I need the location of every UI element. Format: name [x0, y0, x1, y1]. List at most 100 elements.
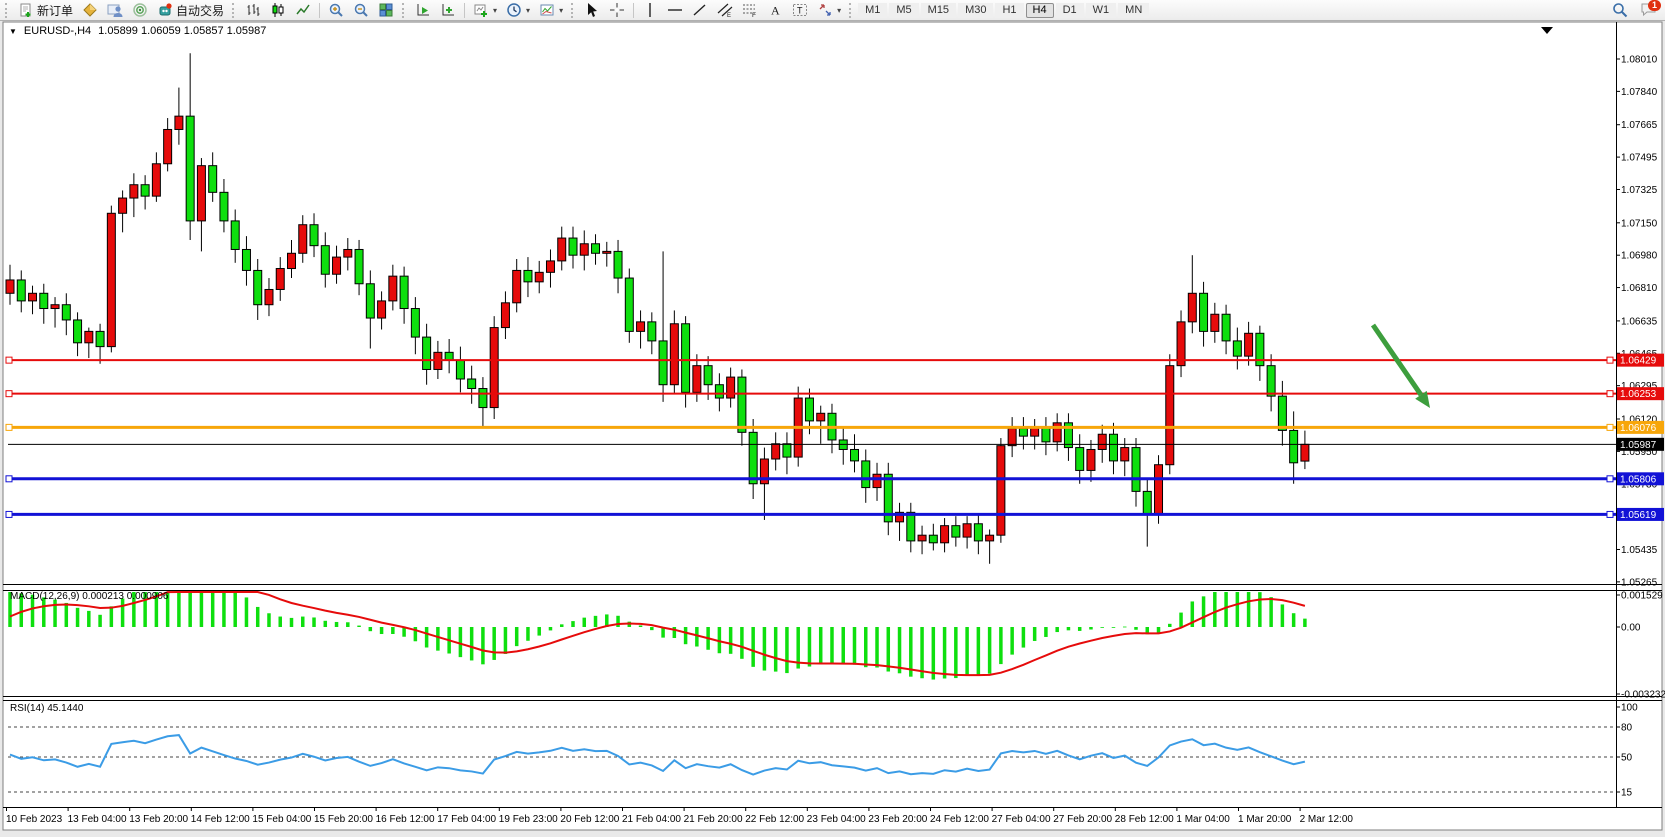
candle-down: [974, 524, 982, 541]
price-tick-label: 1.07495: [1621, 153, 1658, 164]
macd-histogram-bar: [278, 617, 282, 627]
macd-histogram-bar: [988, 627, 992, 674]
notifications-button[interactable]: 1: [1633, 1, 1663, 20]
chart-dropdown-icon[interactable]: ▼: [9, 27, 17, 36]
macd-histogram-bar: [1292, 613, 1296, 627]
hline-anchor[interactable]: [6, 511, 12, 517]
macd-histogram-bar: [616, 616, 620, 627]
arrows-tool-button[interactable]: ▾: [813, 1, 845, 20]
macd-histogram-bar: [977, 627, 981, 675]
macd-histogram-bar: [200, 592, 204, 627]
hline-anchor[interactable]: [1607, 476, 1613, 482]
toolbar-separator: [464, 3, 465, 18]
hline-anchor[interactable]: [1607, 511, 1613, 517]
hline-anchor[interactable]: [1607, 391, 1613, 397]
timeframe-button-MN[interactable]: MN: [1118, 3, 1149, 18]
candle-down: [749, 432, 757, 483]
timeframe-button-H1[interactable]: H1: [995, 3, 1023, 18]
hline-anchor[interactable]: [1607, 424, 1613, 430]
hline-anchor[interactable]: [6, 424, 12, 430]
time-tick-label: 1 Mar 04:00: [1176, 814, 1230, 825]
price-tick-label: 1.06810: [1621, 283, 1658, 294]
timeframe-button-D1[interactable]: D1: [1056, 3, 1084, 18]
macd-histogram-bar: [537, 627, 541, 636]
trendline-tool-button[interactable]: [688, 1, 712, 20]
horizontal-line-tool-button[interactable]: [663, 1, 687, 20]
search-icon: [1612, 2, 1628, 18]
new-order-button[interactable]: 新订单: [14, 1, 77, 20]
candle-up: [1177, 322, 1185, 366]
candle-up: [276, 269, 284, 290]
equidistant-channel-tool-button[interactable]: E: [713, 1, 737, 20]
bar-chart-type-button[interactable]: [241, 1, 265, 20]
macd-histogram-bar: [222, 592, 226, 627]
cursor-button[interactable]: [580, 1, 604, 20]
time-tick-label: 21 Feb 04:00: [622, 814, 681, 825]
chart-canvas[interactable]: 1.080101.078401.076651.074951.073251.071…: [0, 0, 1665, 837]
macd-histogram-bar: [887, 627, 891, 672]
macd-histogram-bar: [1269, 597, 1273, 627]
tile-windows-button[interactable]: [374, 1, 398, 20]
toolbar-grip[interactable]: [571, 3, 576, 18]
toolbar-grip[interactable]: [232, 3, 237, 18]
indicator-add-button[interactable]: [436, 1, 460, 20]
timeframe-button-M1[interactable]: M1: [858, 3, 887, 18]
candle-down: [1233, 341, 1241, 356]
zoom-out-button[interactable]: [349, 1, 373, 20]
candle-down: [355, 249, 363, 283]
candle-up: [6, 280, 14, 293]
timeframe-button-M30[interactable]: M30: [958, 3, 993, 18]
macd-histogram-bar: [1224, 592, 1228, 627]
macd-histogram-bar: [267, 613, 271, 627]
candle-down: [1267, 366, 1275, 396]
macd-histogram-bar: [695, 627, 699, 647]
new-order-label: 新订单: [37, 2, 73, 19]
search-button[interactable]: [1608, 1, 1632, 20]
indicator-window-button[interactable]: [411, 1, 435, 20]
zoom-in-button[interactable]: [324, 1, 348, 20]
line-chart-type-button[interactable]: [291, 1, 315, 20]
hline-anchor[interactable]: [1607, 357, 1613, 363]
market-depth-button[interactable]: [78, 1, 102, 20]
profile-button[interactable]: [103, 1, 127, 20]
hline-anchor[interactable]: [6, 391, 12, 397]
auto-trading-button[interactable]: 自动交易: [153, 1, 228, 20]
macd-histogram-bar: [965, 627, 969, 676]
timeframe-button-M15[interactable]: M15: [921, 3, 956, 18]
time-tick-label: 10 Feb 2023: [6, 814, 63, 825]
macd-histogram-bar: [504, 627, 508, 654]
template-button[interactable]: ▾: [535, 1, 567, 20]
vertical-line-tool-button[interactable]: [638, 1, 662, 20]
candlestick-type-button[interactable]: [266, 1, 290, 20]
fibonacci-tool-button[interactable]: F: [738, 1, 762, 20]
macd-histogram-bar: [639, 625, 643, 627]
hline-anchor[interactable]: [6, 476, 12, 482]
text-icon: A: [767, 2, 783, 18]
macd-histogram-bar: [1112, 627, 1116, 628]
candle-down: [411, 309, 419, 338]
timeframe-button-W1[interactable]: W1: [1086, 3, 1117, 18]
new-chart-button[interactable]: ▾: [469, 1, 501, 20]
toolbar-grip[interactable]: [5, 3, 10, 18]
candle-up: [107, 213, 115, 346]
timeframe-button-H4[interactable]: H4: [1026, 3, 1054, 18]
text-tool-button[interactable]: A: [763, 1, 787, 20]
hline-anchor[interactable]: [6, 357, 12, 363]
crosshair-button[interactable]: [605, 1, 629, 20]
macd-histogram-bar: [177, 592, 181, 627]
chevron-down-icon: ▾: [837, 6, 841, 15]
signals-button[interactable]: [128, 1, 152, 20]
timeframe-button-M5[interactable]: M5: [889, 3, 918, 18]
new-chart-icon: [473, 2, 489, 18]
vertical-line-icon: [642, 2, 658, 18]
toolbar-grip[interactable]: [402, 3, 407, 18]
period-button[interactable]: ▾: [502, 1, 534, 20]
chevron-down-icon: ▾: [493, 6, 497, 15]
label-tool-button[interactable]: T: [788, 1, 812, 20]
candle-up: [130, 185, 138, 198]
macd-histogram-bar: [864, 627, 868, 667]
price-tick-label: 1.07325: [1621, 185, 1658, 196]
time-tick-label: 2 Mar 12:00: [1300, 814, 1354, 825]
macd-histogram-bar: [346, 622, 350, 627]
toolbar-grip[interactable]: [849, 3, 854, 18]
